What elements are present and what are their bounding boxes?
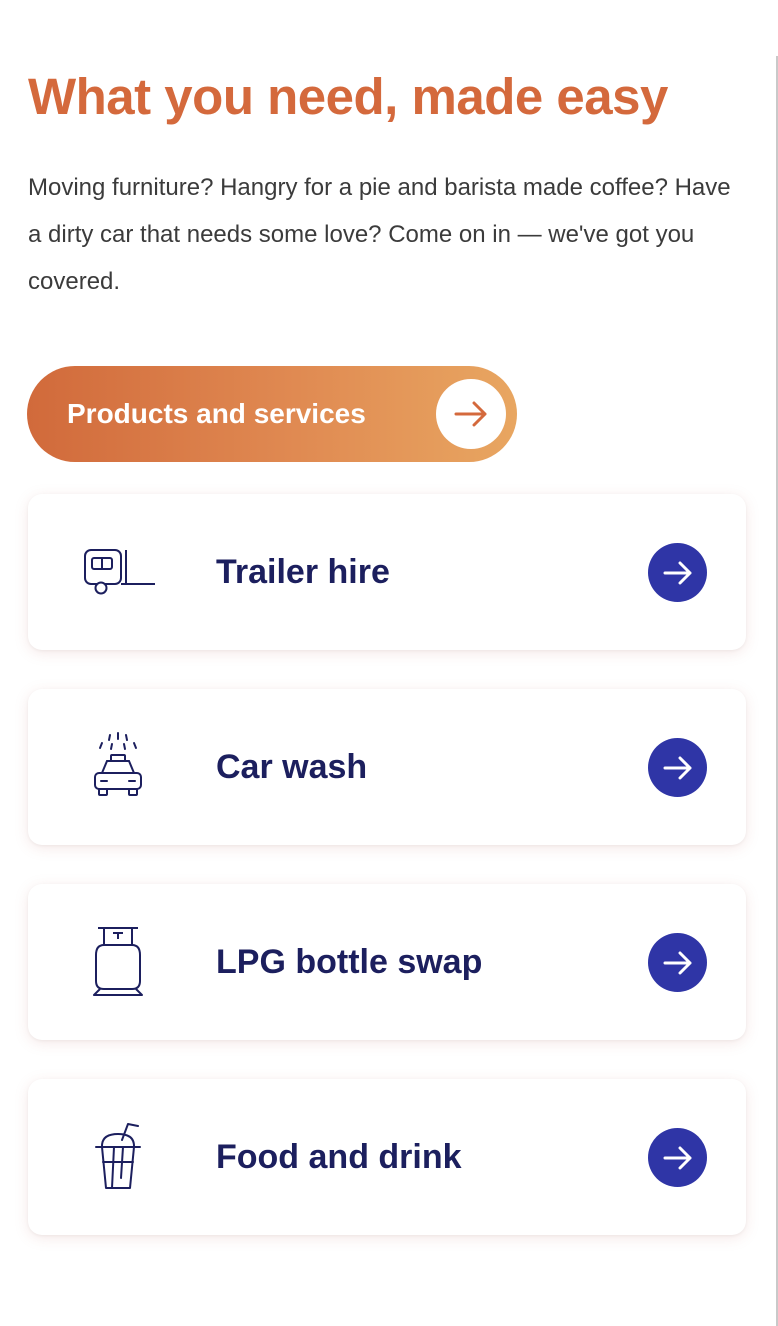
top-strip — [0, 0, 778, 56]
arrow-right-icon — [436, 379, 506, 449]
service-label: Car wash — [216, 747, 368, 786]
service-card-car-wash[interactable]: Car wash — [28, 689, 746, 845]
drink-cup-icon — [78, 1117, 158, 1197]
service-label: LPG bottle swap — [216, 942, 483, 981]
trailer-icon — [78, 532, 158, 612]
products-and-services-button[interactable]: Products and services — [27, 366, 517, 462]
service-card-lpg-bottle-swap[interactable]: LPG bottle swap — [28, 884, 746, 1040]
arrow-right-icon — [648, 933, 707, 992]
service-label: Food and drink — [216, 1137, 462, 1176]
service-label: Trailer hire — [216, 552, 390, 591]
service-card-trailer-hire[interactable]: Trailer hire — [28, 494, 746, 650]
section-intro: Moving furniture? Hangry for a pie and b… — [28, 174, 731, 295]
arrow-right-icon — [648, 543, 707, 602]
service-card-food-and-drink[interactable]: Food and drink — [28, 1079, 746, 1235]
gas-bottle-icon — [78, 922, 158, 1002]
section-title: What you need, made easy — [28, 68, 668, 125]
page: What you need, made easy Moving furnitur… — [0, 0, 778, 1326]
products-and-services-label: Products and services — [67, 398, 366, 429]
arrow-right-icon — [648, 1128, 707, 1187]
arrow-right-icon — [648, 738, 707, 797]
car-wash-icon — [78, 727, 158, 807]
